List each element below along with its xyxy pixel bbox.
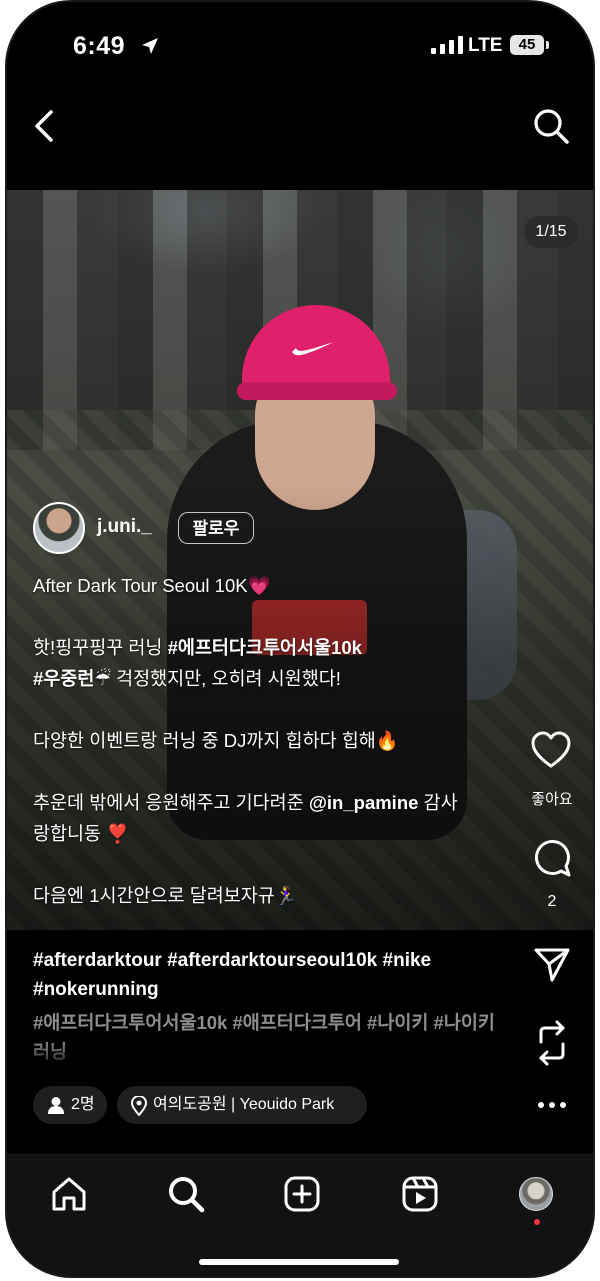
caption-hashtag[interactable]: #에프터다크투어서울10k <box>168 637 362 658</box>
battery-icon: 45 <box>510 35 544 55</box>
location-pin-icon <box>131 1096 147 1116</box>
caption-spacer <box>33 756 513 787</box>
caption-text: 추운데 밖에서 응원해주고 기다려준 <box>33 792 309 813</box>
notification-dot <box>534 1219 540 1225</box>
caption-text: 감사 <box>418 792 458 813</box>
reels-icon[interactable] <box>401 1175 439 1213</box>
hashtags-secondary[interactable]: #애프터다크투어서울10k #애프터다크투어 #나이키 #나이키러닝 <box>33 1008 503 1066</box>
back-arrow-icon[interactable] <box>29 106 59 146</box>
home-indicator <box>199 1259 399 1265</box>
signal-icon <box>431 36 463 54</box>
tagged-people-chip[interactable]: 2명 <box>33 1086 107 1124</box>
heart-icon[interactable] <box>530 730 572 770</box>
caption-line: 추운데 밖에서 응원해주고 기다려준 @in_pamine 감사 <box>33 787 513 818</box>
photo-cap-brim <box>237 382 397 400</box>
author-username[interactable]: j.uni._ <box>97 516 152 538</box>
caption-line: After Dark Tour Seoul 10K💗 <box>33 575 271 596</box>
caption-line: 랑합니동 ❣️ <box>33 823 130 844</box>
repost-icon[interactable] <box>533 1020 571 1066</box>
home-icon[interactable] <box>50 1175 88 1213</box>
caption-spacer <box>33 849 513 880</box>
caption-spacer <box>33 601 513 632</box>
create-icon[interactable] <box>283 1175 321 1213</box>
location-label: 여의도공원 | Yeouido Park <box>153 1096 335 1113</box>
network-label: LTE <box>468 35 503 56</box>
tagged-people-count: 2명 <box>71 1096 95 1113</box>
caption-line: 다양한 이벤트랑 러닝 중 DJ까지 힙하다 힙해🔥 <box>33 730 399 751</box>
caption-mention[interactable]: @in_pamine <box>309 792 419 813</box>
like-label: 좋아요 <box>531 791 573 808</box>
send-icon[interactable] <box>533 946 571 984</box>
comment-icon[interactable] <box>532 838 572 878</box>
hashtags-primary[interactable]: #afterdarktour #afterdarktourseoul10k #n… <box>33 946 503 1004</box>
location-arrow-icon <box>142 38 158 54</box>
search-icon[interactable] <box>531 106 571 146</box>
caption-text: 걱정했지만, 오히려 시원했다! <box>110 668 341 689</box>
comment-count: 2 <box>547 893 557 910</box>
post-caption: After Dark Tour Seoul 10K💗 핫!핑꾸핑꾸 러닝 #에프… <box>33 570 513 911</box>
location-chip[interactable]: 여의도공원 | Yeouido Park <box>117 1086 367 1124</box>
status-bar: 6:49 LTE 45 <box>7 2 593 90</box>
caption-line: 핫!핑꾸핑꾸 러닝 #에프터다크투어서울10k <box>33 632 513 663</box>
person-icon <box>48 1097 64 1114</box>
status-time: 6:49 <box>73 32 126 60</box>
bottom-nav <box>7 1155 593 1276</box>
photo-counter: 1/15 <box>524 216 578 248</box>
battery-nub <box>546 41 549 49</box>
explore-icon[interactable] <box>167 1175 205 1213</box>
caption-text: 핫!핑꾸핑꾸 러닝 <box>33 637 168 658</box>
phone-frame: 6:49 LTE 45 1/15 j.uni._ 팔로우 After Dark … <box>7 2 593 1276</box>
nike-swoosh-icon <box>292 342 334 356</box>
follow-button[interactable]: 팔로우 <box>178 512 254 544</box>
caption-line: #우중런☔ 걱정했지만, 오히려 시원했다! <box>33 663 513 694</box>
profile-avatar[interactable] <box>519 1177 553 1211</box>
caption-line: 다음엔 1시간안으로 달려보자규🏃‍♀️ <box>33 885 298 906</box>
more-icon[interactable] <box>537 1100 567 1110</box>
author-avatar[interactable] <box>33 502 85 554</box>
caption-spacer <box>33 694 513 725</box>
caption-hashtag[interactable]: #우중런☔ <box>33 668 111 689</box>
